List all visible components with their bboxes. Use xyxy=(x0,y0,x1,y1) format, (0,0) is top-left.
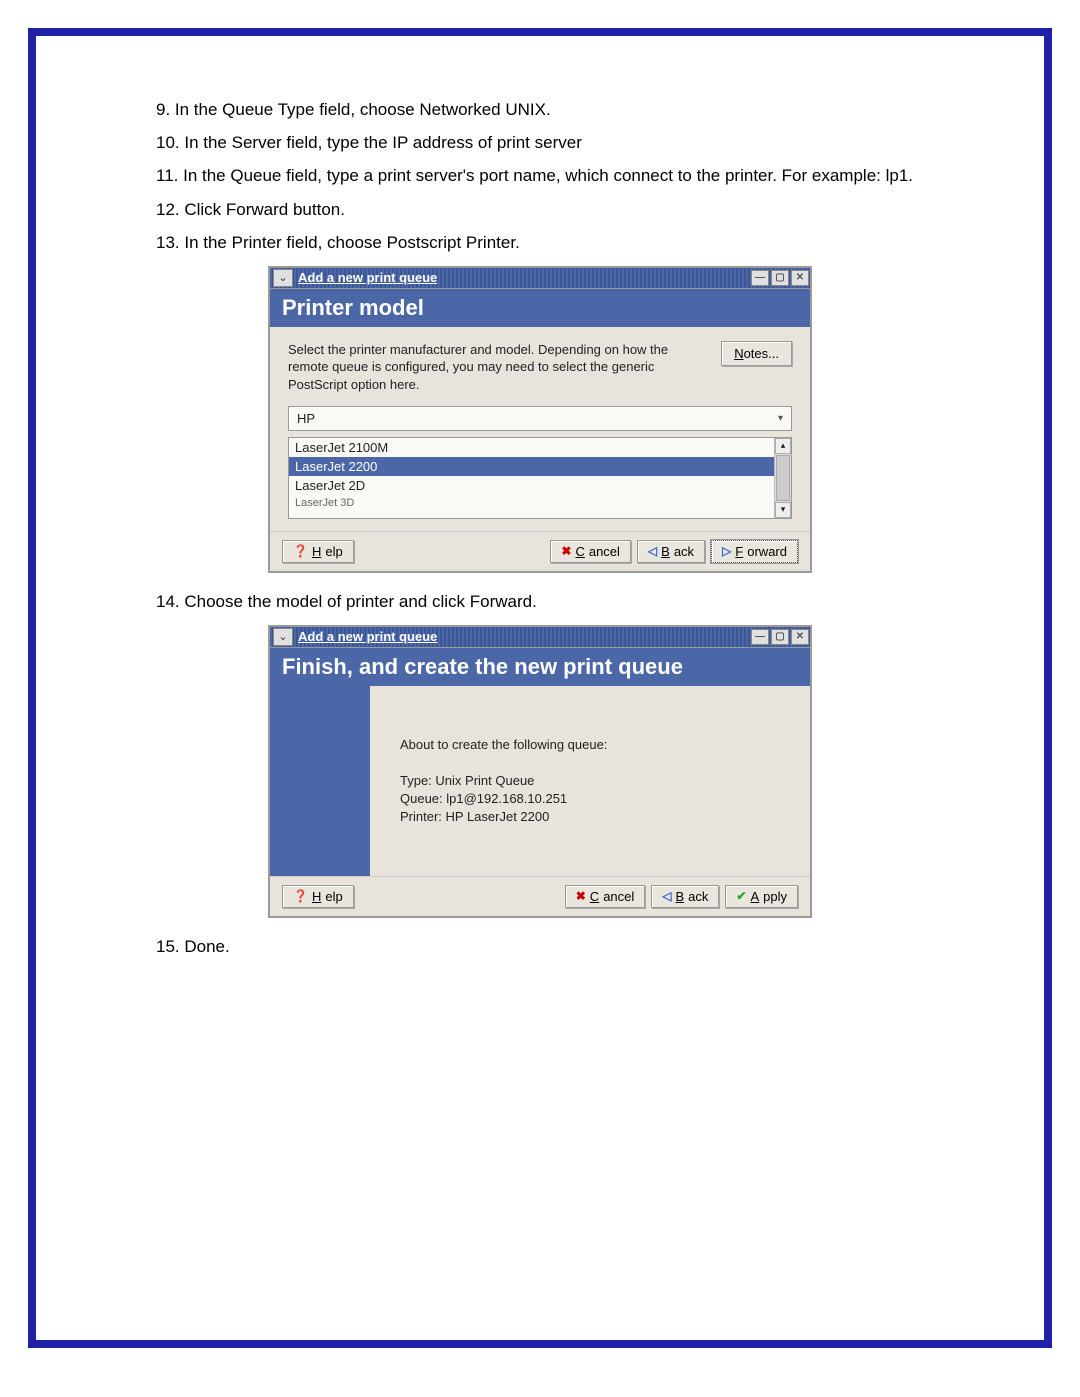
summary-type: Type: Unix Print Queue xyxy=(400,772,790,790)
cancel-icon: ✖ xyxy=(576,889,586,903)
model-item[interactable]: LaserJet 2100M xyxy=(289,438,774,457)
window-menu-icon[interactable]: ⌄ xyxy=(273,628,293,646)
minimize-button[interactable]: — xyxy=(751,629,769,645)
back-icon: ◁ xyxy=(662,889,671,903)
instruction-list-3: 15. Done. xyxy=(156,933,924,960)
scrollbar[interactable]: ▴ ▾ xyxy=(774,438,791,518)
titlebar: ⌄ Add a new print queue — ▢ ✕ xyxy=(270,268,810,289)
manufacturer-value: HP xyxy=(297,411,315,426)
summary-printer: Printer: HP LaserJet 2200 xyxy=(400,808,790,826)
cancel-icon: ✖ xyxy=(561,544,571,558)
sidebar-panel xyxy=(270,686,370,876)
step-15: 15. Done. xyxy=(156,933,924,960)
forward-icon: ▷ xyxy=(722,544,731,558)
scroll-thumb[interactable] xyxy=(776,455,790,501)
model-item-selected[interactable]: LaserJet 2200 xyxy=(289,457,774,476)
close-button[interactable]: ✕ xyxy=(791,270,809,286)
dialog1-wrap: ⌄ Add a new print queue — ▢ ✕ Printer mo… xyxy=(156,266,924,573)
apply-icon: ✔ xyxy=(736,889,746,903)
cancel-button[interactable]: ✖Cancel xyxy=(550,540,631,563)
help-button[interactable]: ❓Help xyxy=(282,540,354,563)
back-icon: ◁ xyxy=(648,544,657,558)
notes-button[interactable]: Notes... xyxy=(721,341,792,366)
step-14: 14. Choose the model of printer and clic… xyxy=(156,588,924,615)
back-button[interactable]: ◁Back xyxy=(637,540,705,563)
dialog2-wrap: ⌄ Add a new print queue — ▢ ✕ Finish, an… xyxy=(156,625,924,918)
scroll-up-icon[interactable]: ▴ xyxy=(775,438,791,454)
dialog-footer: ❓Help ✖Cancel ◁Back ✔Apply xyxy=(270,876,810,916)
step-11: 11. In the Queue field, type a print ser… xyxy=(156,162,924,189)
help-button[interactable]: ❓Help xyxy=(282,885,354,908)
dialog-footer: ❓Help ✖Cancel ◁Back ▷Forward xyxy=(270,531,810,571)
dialog-body: About to create the following queue: Typ… xyxy=(270,686,810,876)
maximize-button[interactable]: ▢ xyxy=(771,629,789,645)
help-icon: ❓ xyxy=(293,889,308,903)
step-12: 12. Click Forward button. xyxy=(156,196,924,223)
close-button[interactable]: ✕ xyxy=(791,629,809,645)
instruction-list-2: 14. Choose the model of printer and clic… xyxy=(156,588,924,615)
page-border: 9. In the Queue Type field, choose Netwo… xyxy=(28,28,1052,1348)
dropdown-arrow-icon: ▾ xyxy=(778,413,783,424)
printer-model-dialog: ⌄ Add a new print queue — ▢ ✕ Printer mo… xyxy=(268,266,812,573)
window-title: Add a new print queue xyxy=(296,270,750,285)
back-button[interactable]: ◁Back xyxy=(651,885,719,908)
dialog-body: Select the printer manufacturer and mode… xyxy=(270,327,810,531)
step-9: 9. In the Queue Type field, choose Netwo… xyxy=(156,96,924,123)
step-10: 10. In the Server field, type the IP add… xyxy=(156,129,924,156)
window-menu-icon[interactable]: ⌄ xyxy=(273,269,293,287)
model-listbox[interactable]: LaserJet 2100M LaserJet 2200 LaserJet 2D… xyxy=(288,437,792,519)
titlebar: ⌄ Add a new print queue — ▢ ✕ xyxy=(270,627,810,648)
cancel-button[interactable]: ✖Cancel xyxy=(565,885,646,908)
window-title: Add a new print queue xyxy=(296,629,750,644)
minimize-button[interactable]: — xyxy=(751,270,769,286)
help-icon: ❓ xyxy=(293,544,308,558)
summary-queue: Queue: lp1@192.168.10.251 xyxy=(400,790,790,808)
scroll-down-icon[interactable]: ▾ xyxy=(775,502,791,518)
description-text: Select the printer manufacturer and mode… xyxy=(288,341,701,394)
dialog-header: Printer model xyxy=(270,289,810,327)
model-item[interactable]: LaserJet 2D xyxy=(289,476,774,495)
dialog-header: Finish, and create the new print queue xyxy=(270,648,810,686)
finish-dialog: ⌄ Add a new print queue — ▢ ✕ Finish, an… xyxy=(268,625,812,918)
model-item-partial[interactable]: LaserJet 3D xyxy=(289,495,774,511)
apply-button[interactable]: ✔Apply xyxy=(725,885,798,908)
step-13: 13. In the Printer field, choose Postscr… xyxy=(156,229,924,256)
manufacturer-dropdown[interactable]: HP ▾ xyxy=(288,406,792,431)
summary-intro: About to create the following queue: xyxy=(400,736,790,754)
instruction-list: 9. In the Queue Type field, choose Netwo… xyxy=(156,96,924,256)
forward-button[interactable]: ▷Forward xyxy=(711,540,798,563)
maximize-button[interactable]: ▢ xyxy=(771,270,789,286)
summary-panel: About to create the following queue: Typ… xyxy=(370,686,810,876)
